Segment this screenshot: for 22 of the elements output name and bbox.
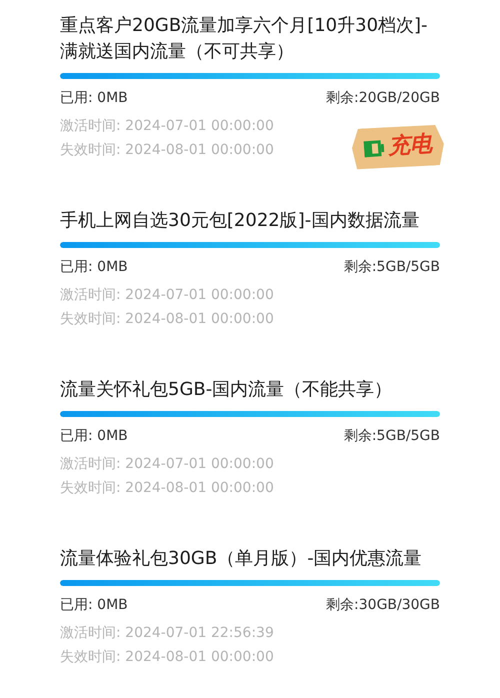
activation-time: 激活时间: 2024-07-01 00:00:00 [60, 117, 274, 136]
battery-icon [363, 139, 385, 158]
used-amount: 已用: 0MB [60, 427, 128, 446]
expiry-time: 失效时间: 2024-08-01 00:00:00 [60, 648, 274, 667]
activation-time: 激活时间: 2024-07-01 00:00:00 [60, 286, 274, 305]
activation-time: 激活时间: 2024-07-01 22:56:39 [60, 624, 274, 643]
activation-time: 激活时间: 2024-07-01 00:00:00 [60, 455, 274, 474]
remaining-amount: 剩余:5GB/5GB [344, 427, 440, 446]
package-title: 流量关怀礼包5GB-国内流量（不能共享） [60, 378, 394, 402]
remaining-amount: 剩余:5GB/5GB [344, 258, 440, 277]
package-title: 重点客户20GB流量加享六个月[10升30档次]-满就送国内流量（不可共享） [60, 14, 429, 64]
used-amount: 已用: 0MB [60, 89, 128, 108]
expiry-time: 失效时间: 2024-08-01 00:00:00 [60, 141, 274, 160]
used-amount: 已用: 0MB [60, 596, 128, 615]
expiry-time: 失效时间: 2024-08-01 00:00:00 [60, 310, 274, 329]
package-title: 手机上网自选30元包[2022版]-国内数据流量 [60, 209, 420, 233]
package-title: 流量体验礼包30GB（单月版）-国内优惠流量 [60, 547, 423, 571]
used-amount: 已用: 0MB [60, 258, 128, 277]
charging-sticker: 充电 [350, 122, 446, 172]
expiry-time: 失效时间: 2024-08-01 00:00:00 [60, 479, 274, 498]
remaining-amount: 剩余:20GB/20GB [326, 89, 440, 108]
remaining-amount: 剩余:30GB/30GB [326, 596, 440, 615]
